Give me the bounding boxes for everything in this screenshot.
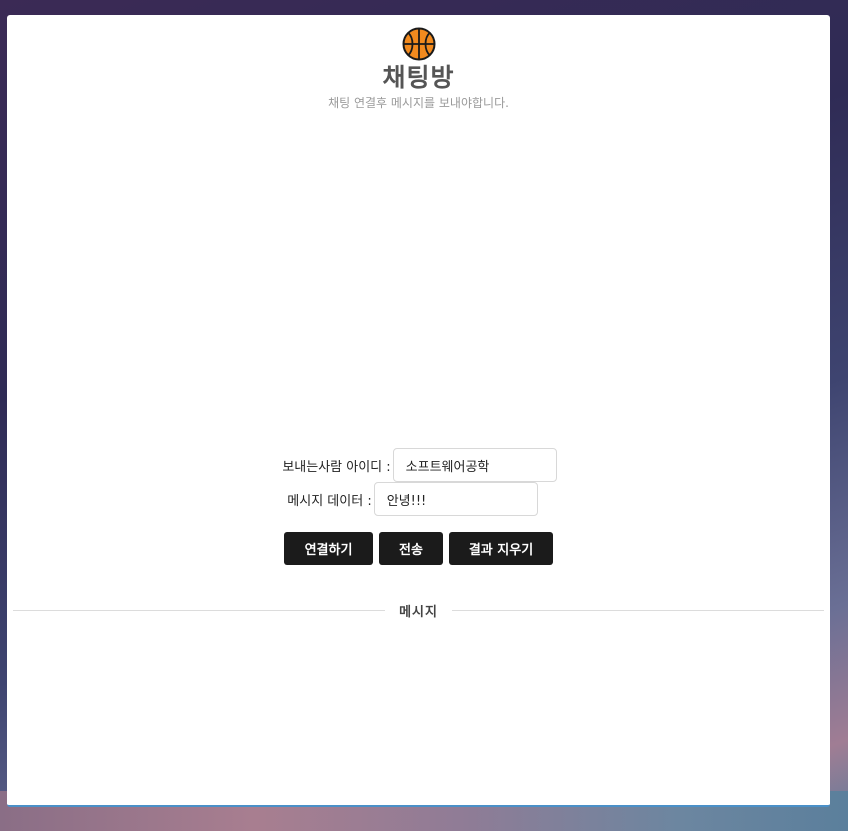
divider-line-right bbox=[451, 610, 825, 611]
page-title: 채팅방 bbox=[382, 63, 455, 92]
page-subtitle: 채팅 연결후 메시지를 보내야합니다. bbox=[328, 96, 509, 110]
chat-form: 보내는사람 아이디 : 메시지 데이터 : bbox=[7, 448, 830, 516]
send-button[interactable]: 전송 bbox=[379, 532, 443, 565]
message-data-label: 메시지 데이터 : bbox=[287, 493, 372, 509]
clear-results-button[interactable]: 결과 지우기 bbox=[449, 532, 553, 565]
messages-section-title: 메시지 bbox=[399, 605, 438, 620]
sender-id-label: 보내는사람 아이디 : bbox=[282, 459, 391, 475]
chat-header: 채팅방 채팅 연결후 메시지를 보내야합니다. bbox=[7, 27, 830, 111]
action-buttons: 연결하기 전송 결과 지우기 bbox=[7, 532, 830, 565]
sender-id-input[interactable] bbox=[392, 448, 557, 482]
divider-line-left bbox=[13, 610, 386, 611]
basketball-icon bbox=[402, 27, 436, 61]
connect-button[interactable]: 연결하기 bbox=[284, 532, 373, 565]
message-data-input[interactable] bbox=[373, 482, 538, 516]
message-row: 메시지 데이터 : bbox=[0, 482, 830, 516]
sender-row: 보내는사람 아이디 : bbox=[9, 448, 830, 482]
chat-card: 채팅방 채팅 연결후 메시지를 보내야합니다. 보내는사람 아이디 : 메시지 … bbox=[7, 15, 830, 807]
messages-area bbox=[13, 620, 824, 799]
messages-divider: 메시지 bbox=[13, 601, 825, 620]
